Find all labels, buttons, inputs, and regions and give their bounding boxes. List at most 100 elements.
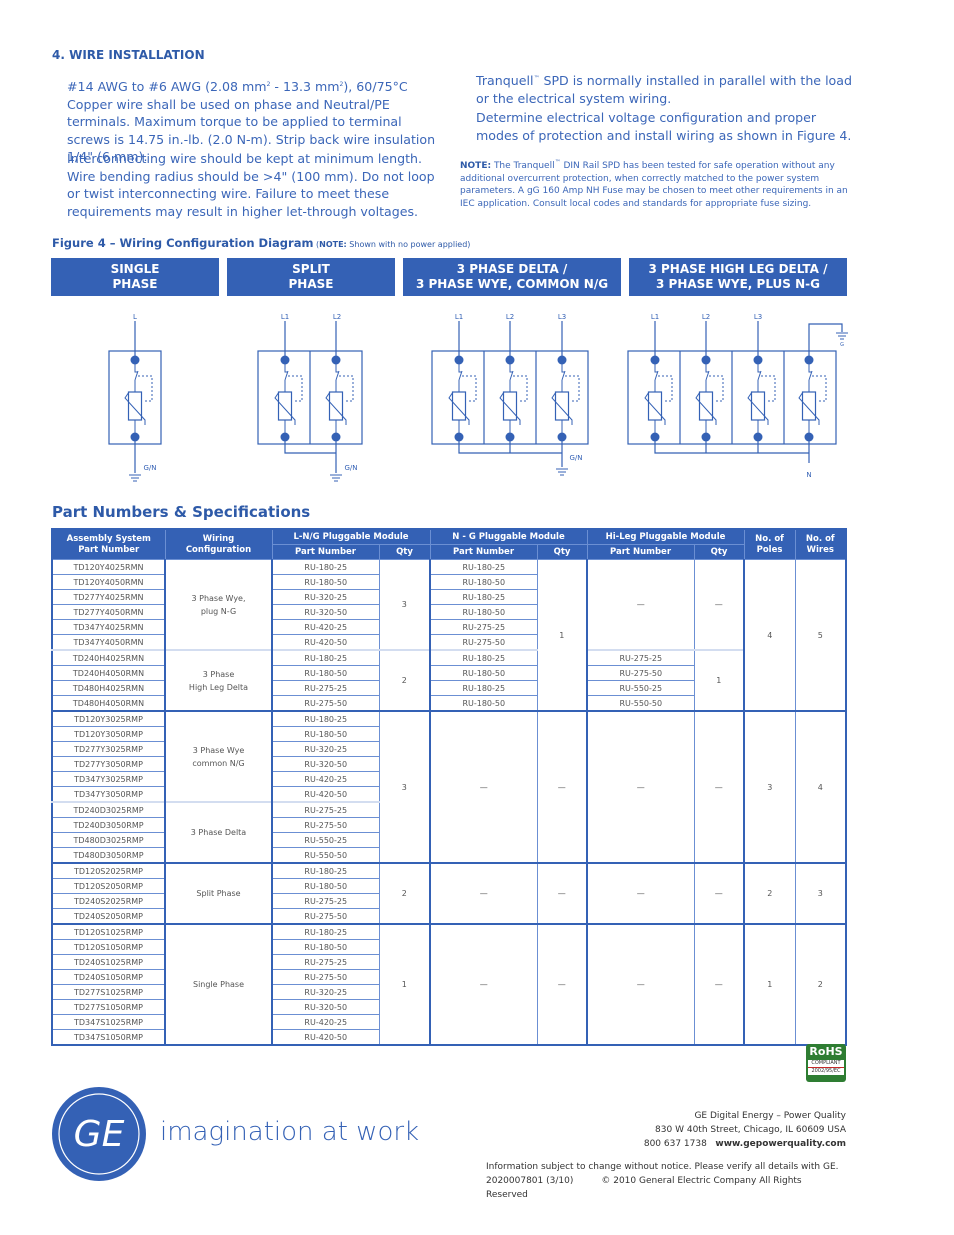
assembly-part-number: TD240D3025RMP [51,801,166,818]
phone: 800 637 1738 [643,1139,707,1149]
header-assembly: Assembly System Part Number [51,528,166,560]
assembly-part-number: TD240D3050RMP [51,817,166,833]
text: 2002/95/EC [811,1068,841,1074]
wiring-configuration: Single Phase [164,923,273,1046]
specs-table: Assembly System Part Number Wiring Configu… [51,528,848,1046]
lng-part-number: RU-420-50 [271,634,380,651]
lng-qty: 2 [378,649,432,712]
logo-text: GE [74,1114,125,1155]
no-of-wires: 4 [794,710,847,864]
figure-title-text: Figure 4 – Wiring Configuration Diagram [52,236,314,250]
ng-qty: — [536,862,589,925]
no-of-wires: 5 [794,559,847,712]
assembly-part-number: TD480D3025RMP [51,832,166,848]
rohs-compliance: COMPLIANT 2002/95/EC [808,1060,844,1075]
assembly-part-number: TD347Y4050RMN [51,634,166,651]
assembly-part-number: TD240S1050RMP [51,969,166,985]
config-header-3-phase-delta: 3 PHASE DELTA /3 PHASE WYE, COMMON N/G [403,258,621,296]
assembly-part-number: TD277Y3050RMP [51,756,166,772]
ng-part-number: RU-275-50 [429,634,538,651]
assembly-part-number: TD120Y3050RMP [51,726,166,742]
rohs-label: RoHS [809,1045,843,1058]
website-link[interactable]: www.gepowerquality.com [715,1139,846,1149]
table-row: TD120Y3025RMP 3 Phase Wye common N/G RU-180… [51,710,847,864]
section-heading: 4. WIRE INSTALLATION [52,48,205,62]
label-n: N [806,471,811,479]
text: SINGLE [110,262,160,276]
fuse-note: NOTE: The Tranquell™ DIN Rail SPD has be… [460,157,850,210]
text: 3 Phase Wye [192,745,245,755]
header-part: Part Number [271,544,380,560]
ge-logo-icon: GE [52,1087,146,1181]
lng-part-number: RU-320-50 [271,756,380,772]
text: 3 PHASE HIGH LEG DELTA / [648,262,828,276]
hileg-qty: — [693,559,746,651]
wiring-configuration: 3 Phase Delta [164,801,273,864]
header-part: Part Number [429,544,538,560]
text: High Leg Delta [188,682,249,692]
spd-module [124,344,153,443]
text: 3 PHASE WYE, COMMON N/G [415,277,609,291]
lng-part-number: RU-275-50 [271,908,380,925]
assembly-part-number: TD240S2050RMP [51,908,166,925]
no-of-wires: 2 [794,923,847,1046]
ng-part-number: RU-180-50 [429,574,538,590]
no-of-poles: 3 [743,710,796,864]
label-gn: G/N [344,464,357,472]
hileg-qty: — [693,923,746,1046]
hileg-part-number: RU-275-50 [586,665,695,681]
lng-part-number: RU-180-25 [271,862,380,879]
no-of-poles: 2 [743,862,796,925]
text: #14 AWG to #6 AWG (2.08 mm [67,79,267,95]
header-hileg: Hi-Leg Pluggable Module [586,528,745,545]
hileg-part-number: — [586,559,695,651]
ng-part-number: RU-180-25 [429,649,538,666]
ng-part-number: RU-180-50 [429,665,538,681]
lng-part-number: RU-420-50 [271,1029,380,1046]
text: SPLIT [292,262,330,276]
text: - 13.3 mm [270,79,340,95]
assembly-part-number: TD120Y4050RMN [51,574,166,590]
wiring-configuration: 3 Phase Wye, plug N-G [164,559,273,651]
lng-qty: 2 [378,862,432,925]
header-wires: No. of Wires [794,528,847,560]
company-address: GE Digital Energy – Power Quality 830 W … [644,1109,846,1151]
header-lng: L-N/G Pluggable Module [271,528,431,545]
header-part: Part Number [586,544,695,560]
text: Part Number [78,544,140,555]
ground-icon [128,474,142,482]
ground-icon [555,468,569,476]
hileg-qty: — [693,710,746,864]
lng-part-number: RU-180-50 [271,939,380,955]
ng-part-number: — [429,923,538,1046]
lng-part-number: RU-180-50 [271,726,380,742]
text: 3 Phase Wye, [191,593,246,603]
label-l2: L2 [702,313,710,321]
lng-part-number: RU-420-25 [271,619,380,635]
no-of-poles: 4 [743,559,796,712]
assembly-part-number: TD347S1050RMP [51,1029,166,1046]
assembly-part-number: TD240H4025RMN [51,649,166,666]
text: 3 PHASE DELTA / [456,262,568,276]
spd-module [695,344,724,443]
lng-part-number: RU-550-50 [271,847,380,864]
lng-part-number: RU-180-25 [271,923,380,940]
spd-module [798,344,827,443]
rohs-badge: RoHS COMPLIANT 2002/95/EC [806,1044,846,1082]
label-l1: L1 [455,313,463,321]
ng-qty: — [536,710,589,864]
lng-part-number: RU-320-50 [271,604,380,620]
assembly-part-number: TD120S2025RMP [51,862,166,879]
lng-part-number: RU-180-50 [271,665,380,681]
address: 830 W 40th Street, Chicago, IL 60609 USA [655,1125,846,1135]
label-l1: L1 [651,313,659,321]
hileg-part-number: — [586,710,695,864]
text: PHASE [112,277,158,291]
label-gn: G/N [143,464,156,472]
ng-part-number: RU-275-25 [429,619,538,635]
ng-part-number: RU-180-25 [429,589,538,605]
text: 3 Phase Delta [190,828,247,837]
hileg-part-number: RU-550-25 [586,680,695,696]
label-l2: L2 [333,313,341,321]
lng-part-number: RU-275-50 [271,817,380,833]
